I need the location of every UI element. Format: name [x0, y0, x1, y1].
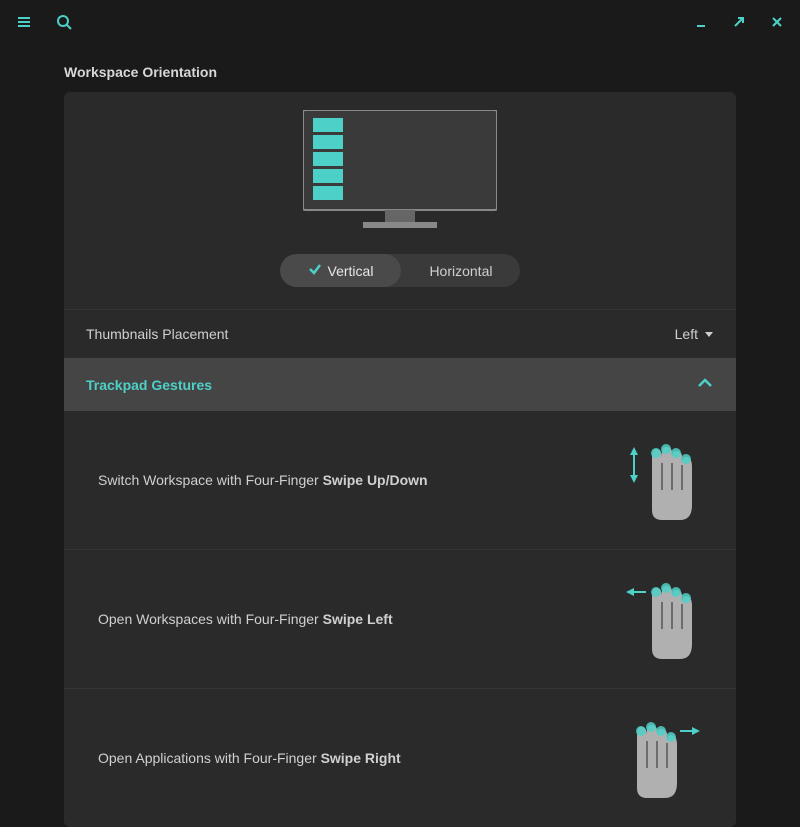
- hamburger-icon[interactable]: [16, 14, 32, 35]
- minimize-icon[interactable]: [694, 15, 708, 34]
- close-icon[interactable]: [770, 15, 784, 34]
- search-icon[interactable]: [56, 14, 72, 35]
- gesture-list: Switch Workspace with Four-Finger Swipe …: [64, 411, 736, 827]
- gesture-suffix: Swipe Left: [323, 611, 393, 627]
- gesture-swipe-updown: Switch Workspace with Four-Finger Swipe …: [64, 411, 736, 550]
- chevron-up-icon: [696, 374, 714, 395]
- thumbnails-value: Left: [675, 326, 698, 342]
- gesture-prefix: Open Applications with Four-Finger: [98, 750, 321, 766]
- monitor-icon: [303, 110, 497, 230]
- orientation-horizontal-label: Horizontal: [429, 263, 492, 279]
- gesture-prefix: Switch Workspace with Four-Finger: [98, 472, 323, 488]
- gesture-prefix: Open Workspaces with Four-Finger: [98, 611, 323, 627]
- trackpad-gestures-label: Trackpad Gestures: [86, 377, 212, 393]
- thumbnails-placement-row: Thumbnails Placement Left: [64, 309, 736, 358]
- orientation-segmented: Vertical Horizontal: [280, 254, 521, 287]
- orientation-vertical-button[interactable]: Vertical: [280, 254, 402, 287]
- orientation-horizontal-button[interactable]: Horizontal: [401, 254, 520, 287]
- gesture-label: Switch Workspace with Four-Finger Swipe …: [98, 472, 428, 488]
- hand-swipe-right-icon: [622, 713, 702, 803]
- gesture-swipe-left: Open Workspaces with Four-Finger Swipe L…: [64, 550, 736, 689]
- orientation-vertical-label: Vertical: [328, 263, 374, 279]
- trackpad-gestures-header[interactable]: Trackpad Gestures: [64, 358, 736, 411]
- hand-swipe-left-icon: [622, 574, 702, 664]
- titlebar: [0, 0, 800, 48]
- orientation-preview: Vertical Horizontal: [64, 92, 736, 309]
- gesture-label: Open Applications with Four-Finger Swipe…: [98, 750, 401, 766]
- thumbnails-dropdown[interactable]: Left: [675, 326, 714, 342]
- gesture-suffix: Swipe Right: [321, 750, 401, 766]
- settings-card: Vertical Horizontal Thumbnails Placement…: [64, 92, 736, 827]
- thumbnails-label: Thumbnails Placement: [86, 326, 228, 342]
- gesture-suffix: Swipe Up/Down: [323, 472, 428, 488]
- section-title: Workspace Orientation: [64, 64, 736, 80]
- check-icon: [308, 262, 322, 279]
- maximize-icon[interactable]: [732, 15, 746, 34]
- hand-swipe-updown-icon: [622, 435, 702, 525]
- gesture-label: Open Workspaces with Four-Finger Swipe L…: [98, 611, 393, 627]
- chevron-down-icon: [704, 329, 714, 339]
- gesture-swipe-right: Open Applications with Four-Finger Swipe…: [64, 689, 736, 827]
